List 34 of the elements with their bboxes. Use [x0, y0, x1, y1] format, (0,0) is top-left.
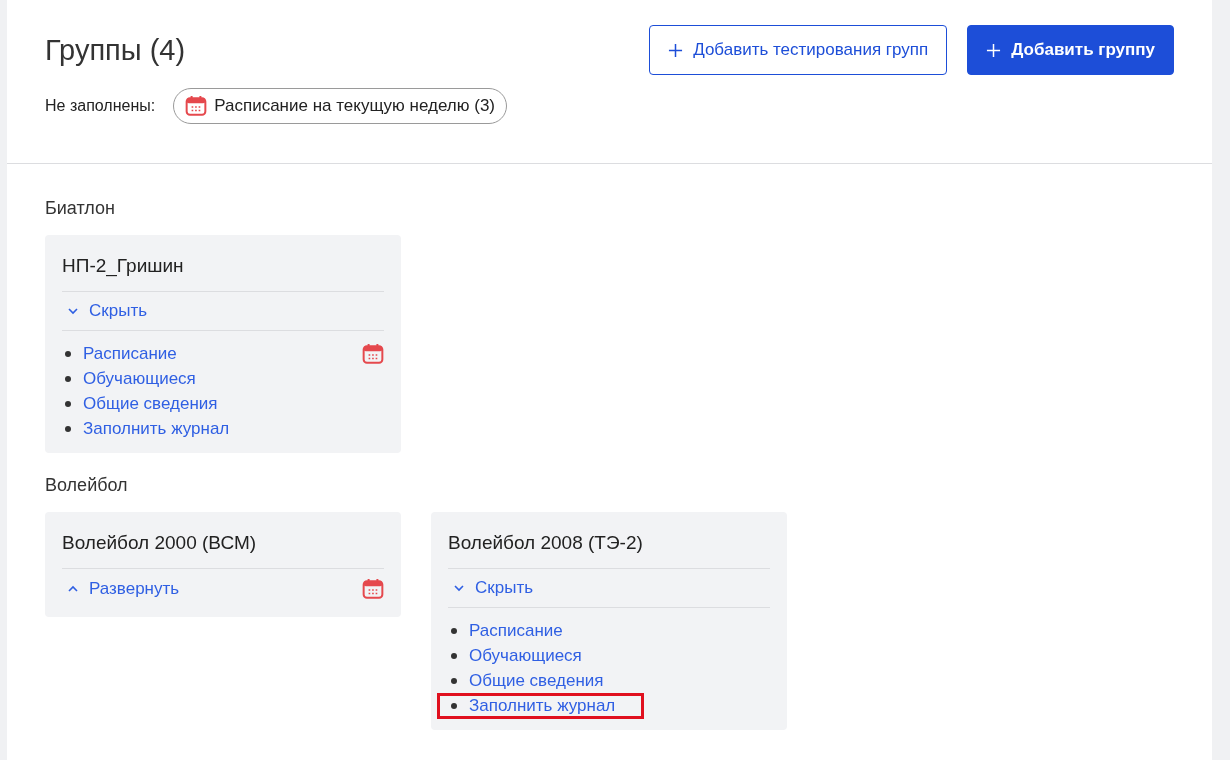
group-name: Волейбол 2008 (ТЭ-2) — [448, 532, 770, 569]
schedule-filter-chip[interactable]: Расписание на текущую неделю (3) — [173, 88, 507, 124]
chevron-icon — [453, 582, 465, 594]
page-title: Группы (4) — [45, 33, 186, 67]
group-link[interactable]: Обучающиеся — [83, 368, 196, 389]
plus-icon — [986, 42, 1002, 58]
group-name: Волейбол 2000 (ВСМ) — [62, 532, 384, 569]
chevron-icon — [67, 305, 79, 317]
group-link[interactable]: Расписание — [83, 343, 177, 364]
group-link[interactable]: Заполнить журнал — [469, 695, 616, 716]
group-link[interactable]: Общие сведения — [83, 393, 218, 414]
bullet-dot — [451, 652, 457, 659]
bullet-dot — [65, 400, 71, 407]
add-button[interactable]: Добавить тестирования групп — [649, 25, 948, 75]
section-title: Биатлон — [45, 198, 116, 219]
bullet-dot — [65, 425, 71, 432]
bullet-dot — [451, 627, 457, 634]
group-link[interactable]: Расписание — [469, 620, 563, 641]
toggle-link[interactable]: Скрыть — [448, 578, 534, 598]
bullet-dot — [65, 375, 71, 382]
toggle-link[interactable]: Скрыть — [62, 301, 148, 321]
calendar-icon — [185, 95, 208, 117]
group-link[interactable]: Общие сведения — [469, 670, 604, 691]
bullet-dot — [65, 350, 71, 357]
section-title: Волейбол — [45, 475, 129, 496]
toggle-link[interactable]: Развернуть — [62, 579, 180, 599]
unfilled-label: Не заполнены: — [45, 97, 156, 115]
add-button[interactable]: Добавить группу — [967, 25, 1174, 75]
bullet-dot — [451, 677, 457, 684]
group-link[interactable]: Обучающиеся — [469, 645, 582, 666]
group-name: НП-2_Гришин — [62, 255, 384, 292]
plus-icon — [668, 42, 684, 58]
group-link[interactable]: Заполнить журнал — [83, 418, 230, 439]
bullet-dot — [451, 702, 457, 709]
